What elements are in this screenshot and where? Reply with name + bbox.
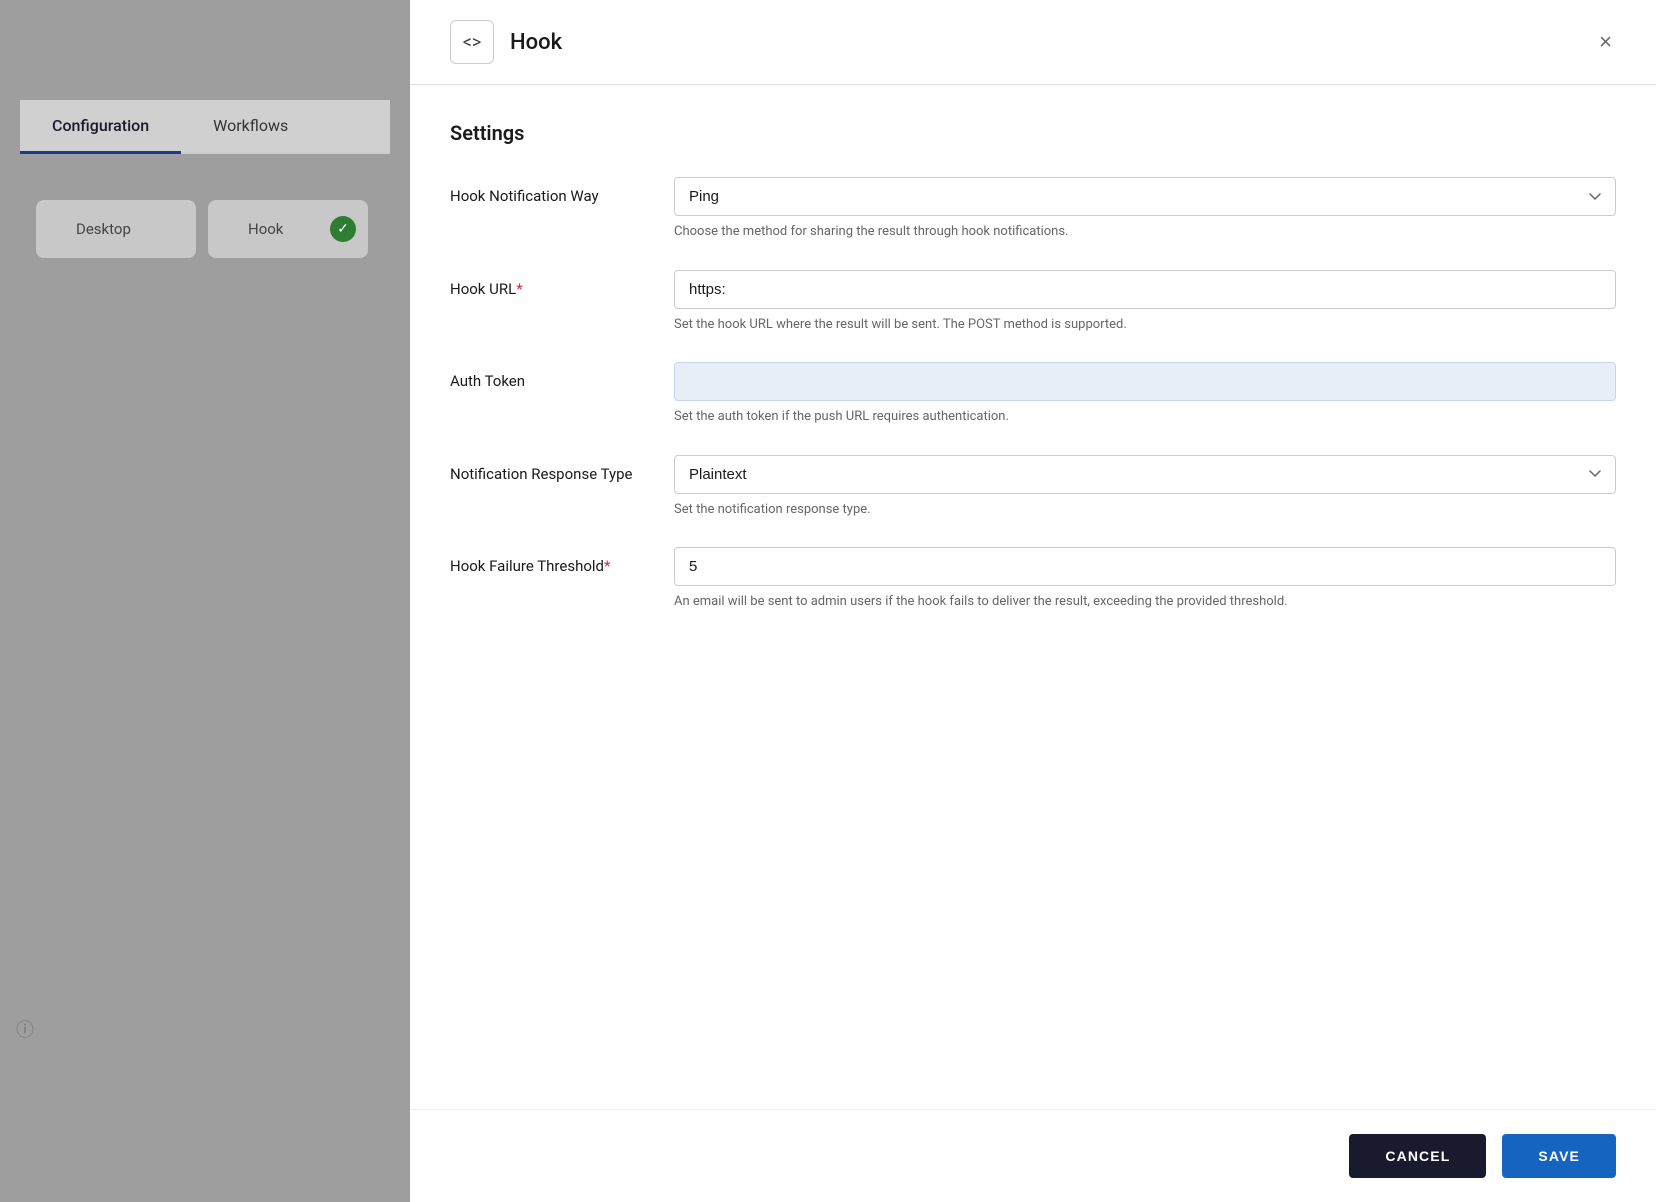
bg-card-desktop: Desktop bbox=[36, 200, 196, 258]
hook-failure-threshold-row: Hook Failure Threshold* An email will be… bbox=[450, 547, 1616, 612]
hook-url-help: Set the hook URL where the result will b… bbox=[674, 315, 1616, 335]
hook-check-badge bbox=[330, 216, 356, 242]
hook-url-label: Hook URL* bbox=[450, 270, 650, 298]
hook-notification-way-select[interactable]: Ping Post Put bbox=[674, 177, 1616, 216]
hook-notification-way-field: Ping Post Put Choose the method for shar… bbox=[674, 177, 1616, 242]
auth-token-row: Auth Token Set the auth token if the pus… bbox=[450, 362, 1616, 427]
hook-failure-threshold-help: An email will be sent to admin users if … bbox=[674, 592, 1616, 612]
settings-title: Settings bbox=[450, 121, 1616, 145]
modal-body: Settings Hook Notification Way Ping Post… bbox=[410, 85, 1656, 1109]
notification-response-type-label: Notification Response Type bbox=[450, 455, 650, 483]
hook-url-row: Hook URL* Set the hook URL where the res… bbox=[450, 270, 1616, 335]
auth-token-field: Set the auth token if the push URL requi… bbox=[674, 362, 1616, 427]
auth-token-input[interactable] bbox=[674, 362, 1616, 401]
hook-notification-way-row: Hook Notification Way Ping Post Put Choo… bbox=[450, 177, 1616, 242]
hook-url-field: Set the hook URL where the result will b… bbox=[674, 270, 1616, 335]
hook-failure-threshold-label: Hook Failure Threshold* bbox=[450, 547, 650, 575]
hook-url-required: * bbox=[516, 280, 522, 298]
modal-title: Hook bbox=[510, 30, 1579, 55]
notification-response-type-field: Plaintext JSON XML Set the notification … bbox=[674, 455, 1616, 520]
code-icon: <> bbox=[463, 32, 482, 53]
hook-failure-threshold-field: An email will be sent to admin users if … bbox=[674, 547, 1616, 612]
background-tabs: Configuration Workflows bbox=[20, 100, 390, 154]
notification-response-type-help: Set the notification response type. bbox=[674, 500, 1616, 520]
auth-token-label: Auth Token bbox=[450, 362, 650, 390]
info-icon: ⓘ bbox=[16, 1016, 34, 1042]
hook-notification-way-help: Choose the method for sharing the result… bbox=[674, 222, 1616, 242]
background-cards: Desktop Hook bbox=[20, 184, 390, 274]
cancel-button[interactable]: CANCEL bbox=[1349, 1134, 1486, 1178]
bg-card-hook-label: Hook bbox=[248, 220, 283, 238]
modal-footer: CANCEL SAVE bbox=[410, 1109, 1656, 1202]
bg-tab-workflows[interactable]: Workflows bbox=[181, 100, 320, 152]
bg-card-desktop-label: Desktop bbox=[76, 220, 131, 238]
bg-card-hook: Hook bbox=[208, 200, 368, 258]
close-button[interactable]: × bbox=[1595, 27, 1616, 57]
hook-failure-required: * bbox=[604, 557, 610, 575]
modal-icon-box: <> bbox=[450, 20, 494, 64]
hook-url-input[interactable] bbox=[674, 270, 1616, 309]
save-button[interactable]: SAVE bbox=[1502, 1134, 1616, 1178]
background-panel: Configuration Workflows Desktop Hook ⓘ bbox=[0, 0, 410, 1202]
bg-tab-configuration[interactable]: Configuration bbox=[20, 100, 181, 154]
notification-response-type-select[interactable]: Plaintext JSON XML bbox=[674, 455, 1616, 494]
notification-response-type-row: Notification Response Type Plaintext JSO… bbox=[450, 455, 1616, 520]
hook-failure-threshold-input[interactable] bbox=[674, 547, 1616, 586]
modal-header: <> Hook × bbox=[410, 0, 1656, 85]
hook-notification-way-label: Hook Notification Way bbox=[450, 177, 650, 205]
modal-panel: <> Hook × Settings Hook Notification Way… bbox=[410, 0, 1656, 1202]
auth-token-help: Set the auth token if the push URL requi… bbox=[674, 407, 1616, 427]
